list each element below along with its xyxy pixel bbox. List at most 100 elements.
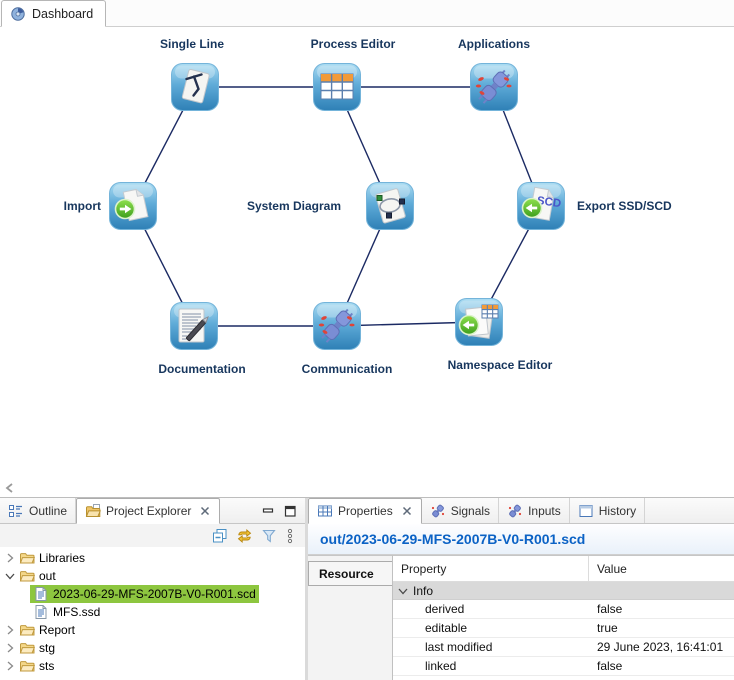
left-tabbar: Outline Project Explorer xyxy=(0,498,305,524)
collapse-all-icon[interactable] xyxy=(212,528,228,544)
property-value[interactable]: true xyxy=(589,621,618,635)
view-menu-icon[interactable] xyxy=(285,528,295,544)
dashboard-node-process-editor[interactable]: Process Editor xyxy=(313,63,361,111)
column-header-property[interactable]: Property xyxy=(393,556,589,581)
dashboard-node-label-namespace-editor: Namespace Editor xyxy=(448,357,553,373)
side-tab-resource[interactable]: Resource xyxy=(308,561,392,586)
dashboard-node-system-diagram[interactable]: System Diagram xyxy=(366,182,414,230)
link-with-editor-icon[interactable] xyxy=(236,528,253,544)
dashboard-node-export-ssd-scd[interactable]: SCD Export SSD/SCD xyxy=(517,182,565,230)
inputs-icon xyxy=(507,503,523,519)
dashboard-node-import[interactable]: Import xyxy=(109,182,157,230)
tree-item-mfs-ssd[interactable]: MFS.ssd xyxy=(0,603,305,621)
close-icon[interactable] xyxy=(199,505,211,517)
chevron-right-icon[interactable] xyxy=(4,624,16,636)
right-tab-inputs[interactable]: Inputs xyxy=(499,498,570,523)
chevron-right-icon[interactable] xyxy=(4,552,16,564)
property-value[interactable]: 29 June 2023, 16:41:01 xyxy=(589,640,723,654)
properties-body: Resource Property Value Info derivedfalse… xyxy=(308,555,734,680)
right-tab-label: History xyxy=(599,504,636,518)
dashboard-node-label-communication: Communication xyxy=(302,361,393,377)
project-explorer-panel: Outline Project Explorer Libraries out xyxy=(0,498,305,680)
chevron-right-icon[interactable] xyxy=(4,660,16,672)
tree-item-stg[interactable]: stg xyxy=(0,639,305,657)
dashboard-node-label-applications: Applications xyxy=(458,36,530,52)
tree-item-content: out xyxy=(16,567,59,585)
communication-icon xyxy=(313,302,361,350)
import-icon xyxy=(109,182,157,230)
project-explorer-icon xyxy=(85,503,101,519)
dashboard-canvas: Single Line Process Editor Applications … xyxy=(0,27,734,497)
right-tab-properties[interactable]: Properties xyxy=(308,498,422,524)
property-value[interactable]: false xyxy=(589,659,622,673)
property-section-label: Info xyxy=(413,584,433,598)
right-tab-signals[interactable]: Signals xyxy=(422,498,499,523)
property-row-editable[interactable]: editabletrue xyxy=(393,619,734,638)
tree-item-label: stg xyxy=(39,641,55,655)
property-row-derived[interactable]: derivedfalse xyxy=(393,600,734,619)
tree-item-sts[interactable]: sts xyxy=(0,657,305,675)
dashboard-node-label-single-line: Single Line xyxy=(160,36,224,52)
tree-item-report[interactable]: Report xyxy=(0,621,305,639)
folder-icon xyxy=(19,568,35,584)
left-tab-project-explorer[interactable]: Project Explorer xyxy=(76,498,220,524)
filter-icon[interactable] xyxy=(261,528,277,544)
property-row-linked[interactable]: linkedfalse xyxy=(393,657,734,676)
folder-icon xyxy=(19,658,35,674)
property-section-info[interactable]: Info xyxy=(393,582,734,600)
documentation-icon xyxy=(170,302,218,350)
maximize-icon[interactable] xyxy=(283,504,297,518)
history-icon xyxy=(578,503,594,519)
tree-item-content: MFS.ssd xyxy=(30,603,103,621)
dashboard-node-namespace-editor[interactable]: Namespace Editor xyxy=(455,298,503,346)
tree-item-libraries[interactable]: Libraries xyxy=(0,549,305,567)
project-explorer-tree: Libraries out 2023-06-29-MFS-2007B-V0-R0… xyxy=(0,547,305,680)
column-header-value[interactable]: Value xyxy=(589,556,627,581)
close-icon[interactable] xyxy=(401,505,413,517)
dashboard-node-single-line[interactable]: Single Line xyxy=(171,63,219,111)
outline-icon xyxy=(8,503,24,519)
tree-item-content: Report xyxy=(16,621,78,639)
tab-dashboard-label: Dashboard xyxy=(32,7,93,21)
bottom-panels: Outline Project Explorer Libraries out xyxy=(0,498,734,680)
tree-item-2023-06-29-mfs-2007b-v0-r001-scd[interactable]: 2023-06-29-MFS-2007B-V0-R001.scd xyxy=(0,585,305,603)
property-name: last modified xyxy=(393,640,589,654)
signals-icon xyxy=(430,503,446,519)
folder-icon xyxy=(19,640,35,656)
tree-item-content: stg xyxy=(16,639,58,657)
left-tab-outline[interactable]: Outline xyxy=(0,498,76,523)
right-tab-label: Properties xyxy=(338,504,393,518)
dashboard-node-label-documentation: Documentation xyxy=(158,361,245,377)
properties-table-header: Property Value xyxy=(393,556,734,582)
right-tabbar: Properties Signals Inputs History xyxy=(308,498,734,524)
right-tab-history[interactable]: History xyxy=(570,498,645,523)
chevron-right-icon[interactable] xyxy=(4,642,16,654)
dashboard-node-applications[interactable]: Applications xyxy=(470,63,518,111)
tree-item-out[interactable]: out xyxy=(0,567,305,585)
tree-item-label: Report xyxy=(39,623,75,637)
dashboard-node-label-import: Import xyxy=(64,198,101,214)
minimize-icon[interactable] xyxy=(261,504,275,518)
properties-icon xyxy=(317,503,333,519)
chevron-down-icon[interactable] xyxy=(4,570,16,582)
tree-item-label: MFS.ssd xyxy=(53,605,100,619)
dashboard-node-documentation[interactable]: Documentation xyxy=(170,302,218,350)
dashboard-node-label-export-ssd-scd: Export SSD/SCD xyxy=(577,198,672,214)
dashboard-icon xyxy=(10,6,26,22)
tree-item-content: Libraries xyxy=(16,549,88,567)
applications-icon xyxy=(470,63,518,111)
property-name: editable xyxy=(393,621,589,635)
editor-tabbar: Dashboard xyxy=(0,0,734,27)
tree-item-label: out xyxy=(39,569,56,583)
scroll-left-icon[interactable] xyxy=(3,482,17,494)
left-tab-label: Project Explorer xyxy=(106,504,191,518)
chevron-down-icon[interactable] xyxy=(397,585,409,597)
folder-icon xyxy=(19,550,35,566)
property-row-last-modified[interactable]: last modified29 June 2023, 16:41:01 xyxy=(393,638,734,657)
dashboard-edges xyxy=(0,27,734,498)
tab-dashboard[interactable]: Dashboard xyxy=(1,0,106,27)
property-value[interactable]: false xyxy=(589,602,622,616)
properties-rows: Infoderivedfalseeditabletruelast modifie… xyxy=(393,582,734,676)
dashboard-node-communication[interactable]: Communication xyxy=(313,302,361,350)
editor-area: Dashboard Single Line Process Editor App… xyxy=(0,0,734,498)
